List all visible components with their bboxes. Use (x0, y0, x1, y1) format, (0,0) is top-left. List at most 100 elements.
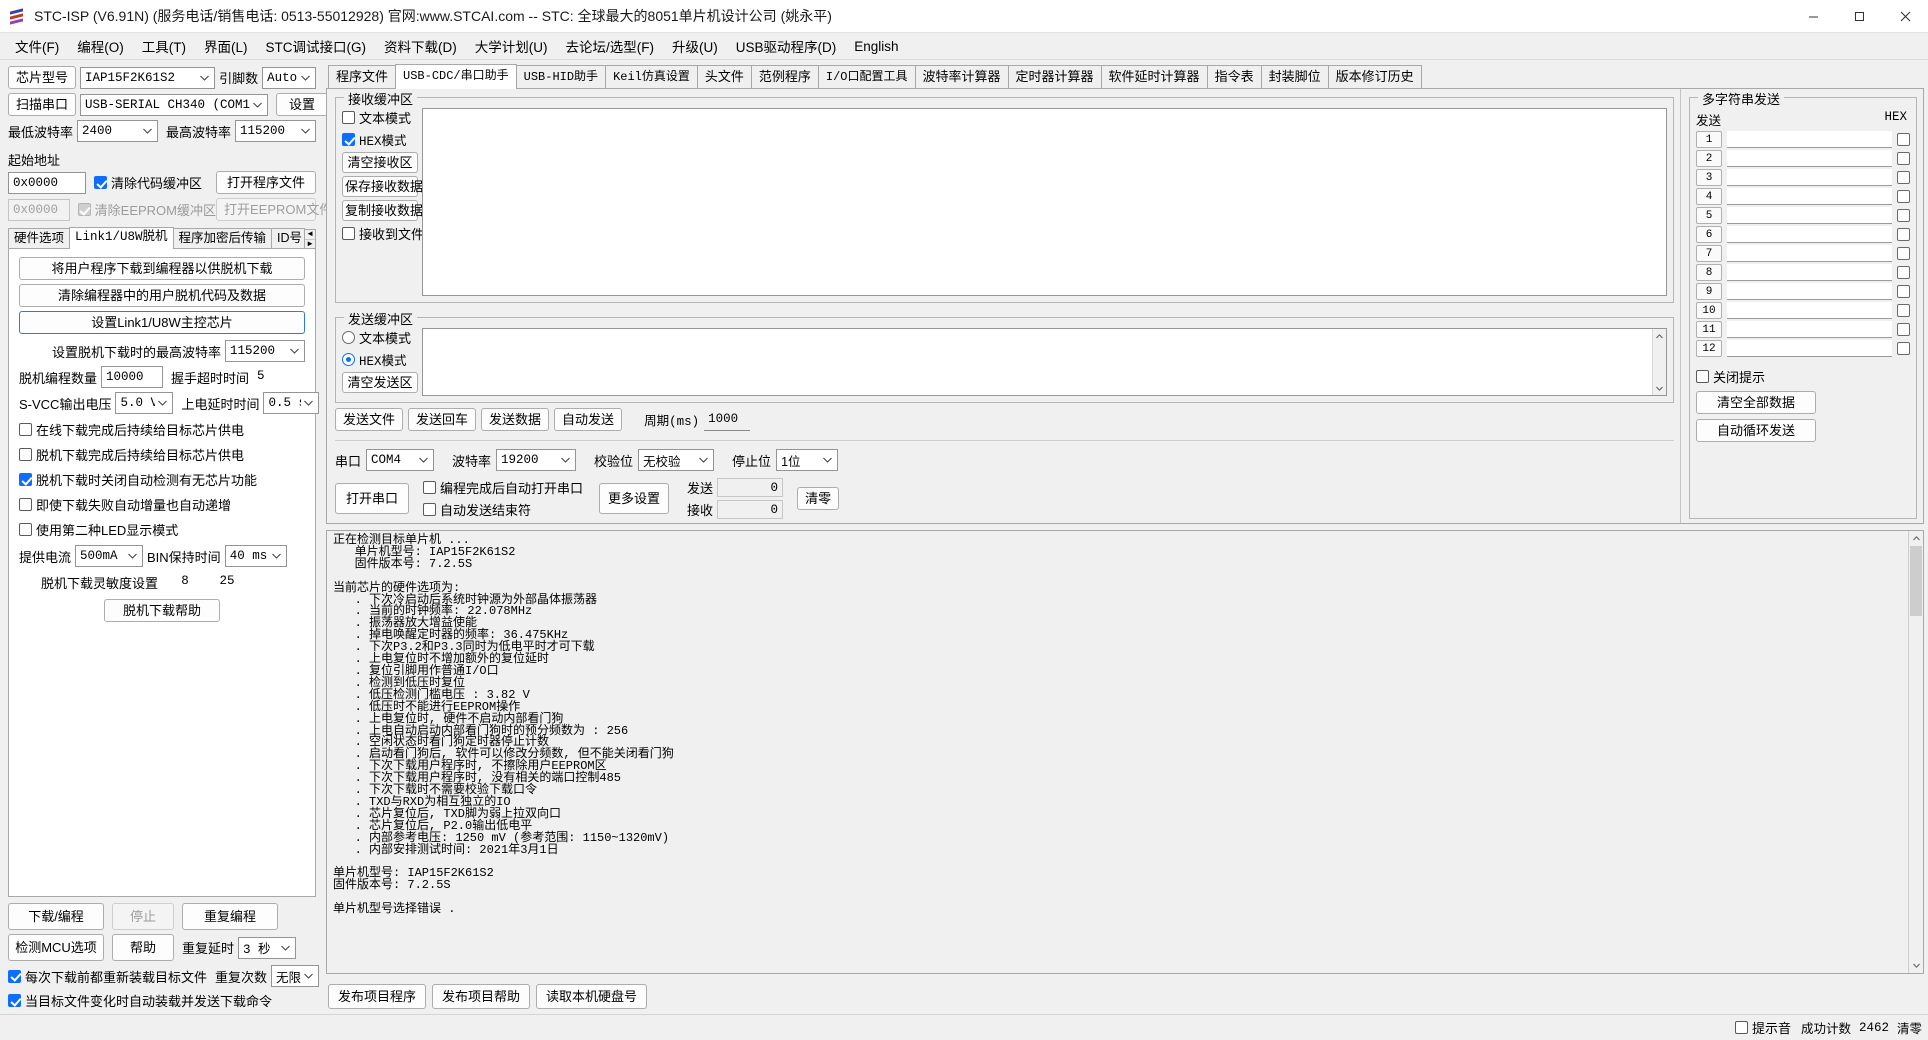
sound-tip-checkbox[interactable]: 提示音 (1734, 1018, 1791, 1037)
recv-text-mode-checkbox[interactable]: 文本模式 (342, 108, 418, 127)
status-clear-button[interactable]: 清零 (1897, 1018, 1922, 1037)
multi-hex-checkbox-8[interactable] (1897, 266, 1910, 279)
multi-hex-checkbox-5[interactable] (1897, 209, 1910, 222)
receive-buffer-textarea[interactable] (422, 108, 1667, 297)
serial-port-select[interactable]: USB-SERIAL CH340 (COM10) (80, 93, 269, 116)
min-baud-select[interactable]: 2400 (77, 120, 158, 142)
stopbit-select[interactable]: 1位 (776, 449, 839, 471)
multi-hex-checkbox-6[interactable] (1897, 228, 1910, 241)
check-mcu-options-button[interactable]: 检测MCU选项 (8, 934, 104, 961)
multi-send-button-6[interactable]: 6 (1696, 226, 1722, 243)
copy-receive-button[interactable]: 复制接收数据 (342, 200, 423, 221)
supply-current-select[interactable]: 500mA (75, 545, 144, 567)
multi-string-input-2[interactable] (1727, 150, 1892, 167)
multi-string-input-8[interactable] (1727, 264, 1892, 281)
menu-item-tools[interactable]: 工具(T) (133, 33, 195, 59)
tab-baud-calculator[interactable]: 波特率计算器 (914, 65, 1009, 89)
multi-hex-checkbox-7[interactable] (1897, 247, 1910, 260)
multi-string-input-1[interactable] (1727, 131, 1892, 148)
set-main-chip-button[interactable]: 设置Link1/U8W主控芯片 (19, 311, 305, 334)
multi-send-button-7[interactable]: 7 (1696, 245, 1722, 262)
chip-model-select[interactable]: IAP15F2K61S2 (80, 66, 216, 89)
menu-item-upgrade[interactable]: 升级(U) (663, 33, 727, 59)
multi-string-input-6[interactable] (1727, 226, 1892, 243)
close-tip-checkbox[interactable]: 关闭提示 (1696, 367, 1765, 386)
repeat-count-select[interactable]: 无限 (271, 965, 320, 987)
autoload-on-change-checkbox[interactable]: 当目标文件变化时自动装载并发送下载命令 (8, 991, 272, 1010)
recv-to-file-checkbox[interactable]: 接收到文件 (342, 224, 424, 243)
multi-send-button-12[interactable]: 12 (1696, 340, 1722, 357)
multi-hex-checkbox-1[interactable] (1897, 133, 1910, 146)
close-button[interactable] (1882, 0, 1928, 32)
auto-send-terminator-checkbox[interactable]: 自动发送结束符 (423, 500, 583, 519)
multi-send-button-9[interactable]: 9 (1696, 283, 1722, 300)
clear-all-data-button[interactable]: 清空全部数据 (1696, 391, 1816, 414)
bin-hold-select[interactable]: 40 ms (224, 545, 287, 567)
scroll-up-icon[interactable] (1909, 531, 1923, 546)
publish-project-program-button[interactable]: 发布项目程序 (328, 983, 427, 1009)
menu-item-university[interactable]: 大学计划(U) (466, 33, 557, 59)
multi-send-button-11[interactable]: 11 (1696, 321, 1722, 338)
multi-string-input-9[interactable] (1727, 283, 1892, 300)
port-select[interactable]: COM4 (366, 449, 435, 471)
clear-receive-button[interactable]: 清空接收区 (342, 152, 418, 173)
second-led-mode-checkbox[interactable]: 使用第二种LED显示模式 (19, 520, 178, 539)
multi-send-button-2[interactable]: 2 (1696, 150, 1722, 167)
left-tab-link1-offline[interactable]: Link1/U8W脱机 (69, 227, 174, 249)
multi-string-input-11[interactable] (1727, 321, 1892, 338)
menu-item-program[interactable]: 编程(O) (68, 33, 133, 59)
menu-item-file[interactable]: 文件(F) (6, 33, 68, 59)
download-to-programmer-button[interactable]: 将用户程序下载到编程器以供脱机下载 (19, 257, 305, 280)
increment-on-fail-checkbox[interactable]: 即使下载失败自动增量也自动递增 (19, 495, 231, 514)
send-return-button[interactable]: 发送回车 (408, 408, 477, 432)
multi-string-input-12[interactable] (1727, 340, 1892, 357)
baudrate-select[interactable]: 19200 (496, 449, 577, 471)
multi-string-input-5[interactable] (1727, 207, 1892, 224)
online-keep-power-checkbox[interactable]: 在线下载完成后持续给目标芯片供电 (19, 420, 244, 439)
maximize-button[interactable] (1836, 0, 1882, 32)
tab-example-programs[interactable]: 范例程序 (750, 65, 819, 89)
tab-instruction-table[interactable]: 指令表 (1206, 65, 1262, 89)
open-port-button[interactable]: 打开串口 (335, 483, 410, 514)
menu-item-english[interactable]: English (845, 36, 907, 57)
read-disk-id-button[interactable]: 读取本机硬盘号 (536, 983, 648, 1009)
open-program-file-button[interactable]: 打开程序文件 (216, 171, 316, 194)
multi-send-button-10[interactable]: 10 (1696, 302, 1722, 319)
left-tab-id-number[interactable]: ID号 (271, 228, 306, 249)
clear-code-buffer-checkbox[interactable]: 清除代码缓冲区 (94, 173, 202, 192)
clear-send-button[interactable]: 清空发送区 (342, 372, 418, 394)
menu-item-forum[interactable]: 去论坛/选型(F) (557, 33, 664, 59)
repeat-program-button[interactable]: 重复编程 (182, 903, 278, 930)
multi-string-input-7[interactable] (1727, 245, 1892, 262)
multi-string-input-4[interactable] (1727, 188, 1892, 205)
menu-item-stc-debug[interactable]: STC调试接口(G) (257, 33, 376, 59)
left-tab-hardware-options[interactable]: 硬件选项 (8, 228, 71, 249)
multi-string-input-3[interactable] (1727, 169, 1892, 186)
multi-send-button-8[interactable]: 8 (1696, 264, 1722, 281)
tab-io-config[interactable]: I/O口配置工具 (817, 65, 916, 89)
download-program-button[interactable]: 下载/编程 (8, 903, 104, 930)
multi-hex-checkbox-2[interactable] (1897, 152, 1910, 165)
disable-chip-detect-checkbox[interactable]: 脱机下载时关闭自动检测有无芯片功能 (19, 470, 257, 489)
tab-header-files[interactable]: 头文件 (696, 65, 752, 89)
powerup-delay-select[interactable]: 0.5 s (263, 392, 320, 414)
code-start-address-input[interactable]: 0x0000 (8, 171, 86, 194)
scrollbar-thumb[interactable] (1910, 546, 1922, 616)
auto-loop-send-button[interactable]: 自动循环发送 (1696, 419, 1816, 442)
parity-select[interactable]: 无校验 (638, 449, 715, 471)
tab-keil-sim[interactable]: Keil仿真设置 (605, 65, 698, 89)
multi-hex-checkbox-10[interactable] (1897, 304, 1910, 317)
multi-send-button-3[interactable]: 3 (1696, 169, 1722, 186)
offline-max-baud-select[interactable]: 115200 (225, 340, 305, 362)
offline-keep-power-checkbox[interactable]: 脱机下载完成后持续给目标芯片供电 (19, 445, 244, 464)
multi-hex-checkbox-9[interactable] (1897, 285, 1910, 298)
svcc-output-select[interactable]: 5.0 V (115, 392, 174, 414)
more-settings-button[interactable]: 更多设置 (599, 483, 670, 514)
tab-package-pinout[interactable]: 封装脚位 (1260, 65, 1329, 89)
send-text-mode-radio[interactable]: 文本模式 (342, 328, 418, 347)
menu-item-usb-driver[interactable]: USB驱动程序(D) (727, 33, 846, 59)
multi-send-button-4[interactable]: 4 (1696, 188, 1722, 205)
left-tab-scroll-spinner[interactable]: ◄ ► (304, 229, 316, 249)
recv-hex-mode-checkbox[interactable]: HEX模式 (342, 130, 418, 149)
send-buffer-textarea[interactable] (423, 329, 1652, 395)
